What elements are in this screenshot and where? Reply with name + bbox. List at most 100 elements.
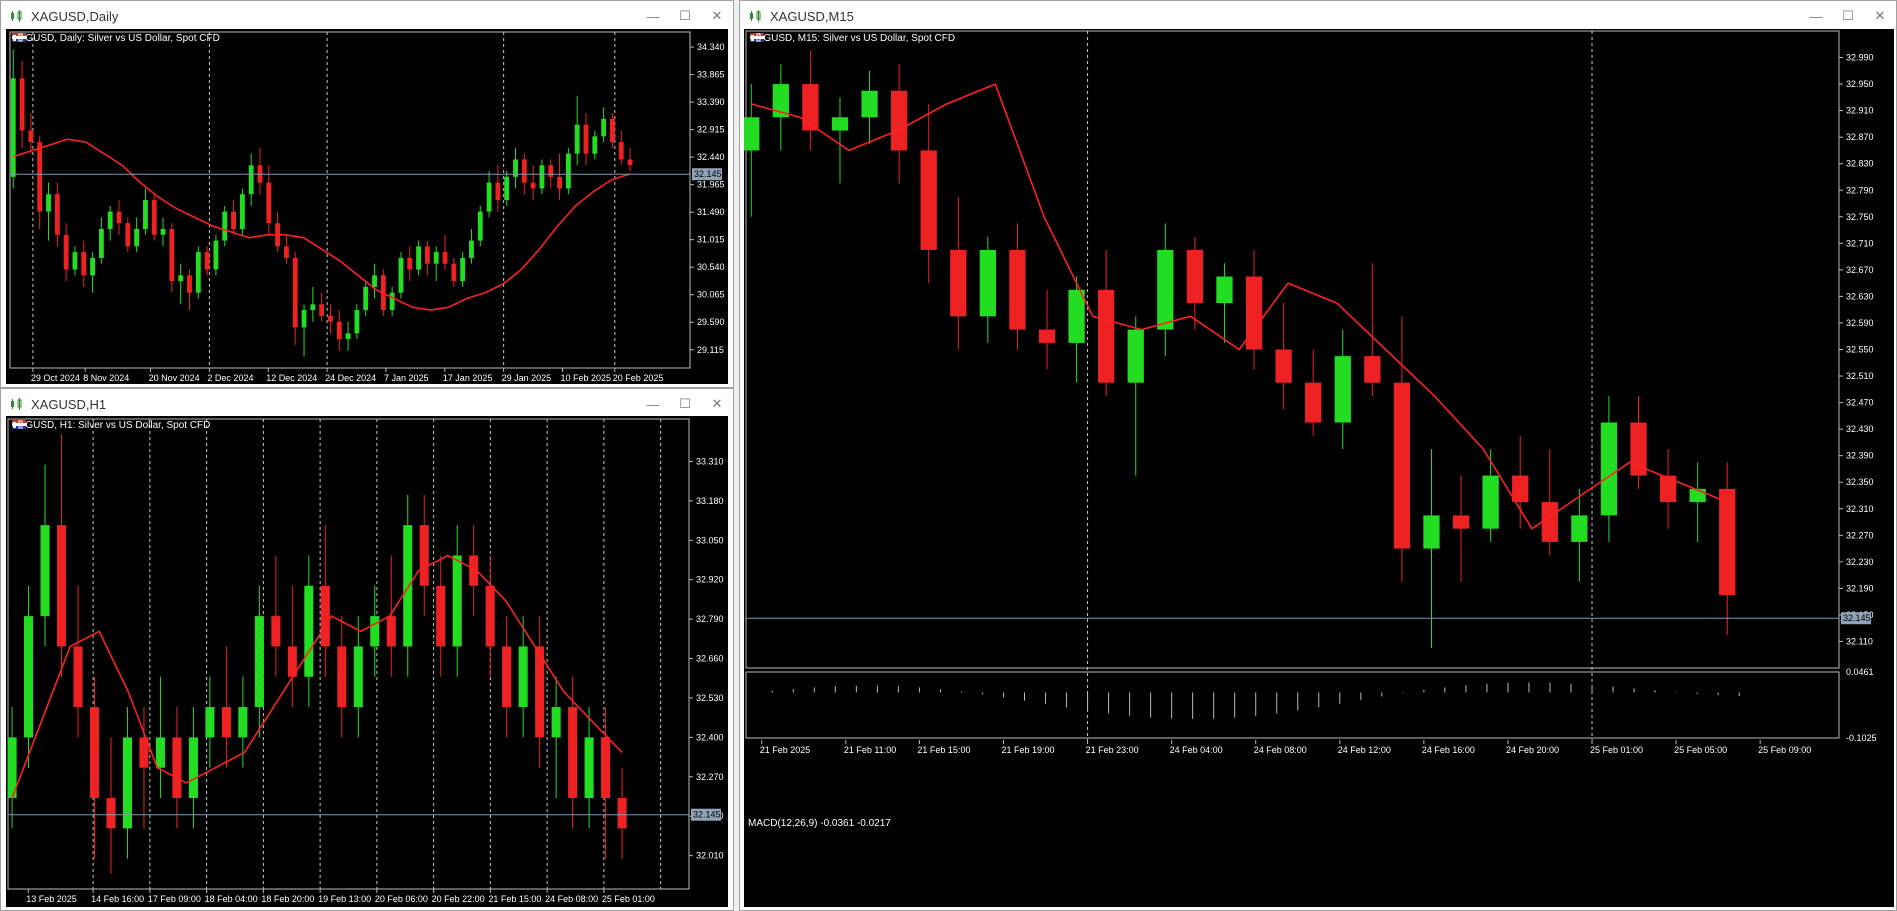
chart-svg-h1[interactable]: 33.310 33.180 33.050 32.920 32.790 32.660 32.5…	[6, 416, 728, 907]
candle-body	[363, 286, 369, 311]
minimize-button[interactable]: —	[637, 397, 669, 412]
maximize-button[interactable]: ☐	[1832, 8, 1864, 24]
x-tick-label: 8 Nov 2024	[83, 373, 129, 383]
x-tick-label: 24 Feb 16:00	[1422, 745, 1475, 755]
x-tick-label: 20 Feb 06:00	[375, 894, 428, 904]
chart-area-daily[interactable]: 34.340 33.865 33.390 32.915 32.440 31.965 31.4…	[6, 29, 728, 384]
candle-body	[548, 165, 554, 177]
candle-body	[1393, 382, 1411, 549]
window-daily[interactable]: XAGUSD,Daily — ☐ ✕ 34.340 33.865 33.390 32.…	[0, 0, 734, 388]
chart-caption-m15: XAGUSD, M15: Silver vs US Dollar, Spot C…	[750, 33, 955, 44]
candle-body	[1186, 249, 1204, 304]
candle-body	[125, 223, 131, 247]
x-tick-label: 10 Feb 2025	[561, 373, 612, 383]
candle-body	[403, 525, 413, 647]
x-tick-label: 21 Feb 15:00	[917, 745, 970, 755]
candle-body	[890, 90, 908, 151]
candle-body	[116, 211, 122, 224]
candle-body	[565, 153, 571, 189]
candle-body	[188, 737, 198, 799]
y-tick-label: 32.310	[1846, 504, 1874, 514]
candle-body	[10, 78, 16, 177]
chart-area-h1[interactable]: 33.310 33.180 33.050 32.920 32.790 32.660 32.5…	[6, 416, 728, 907]
candle-body	[485, 585, 495, 647]
candle-body	[221, 707, 231, 738]
candle-body	[89, 707, 100, 799]
minimize-button[interactable]: —	[637, 9, 669, 24]
macd-y-tick-label: 0.0461	[1846, 667, 1874, 677]
candle-body	[551, 707, 561, 738]
chart-caption-text: XAGUSD, Daily: Silver vs US Dollar, Spot…	[12, 33, 220, 44]
candle-body	[1216, 276, 1233, 304]
x-tick-label: 20 Feb 2025	[613, 373, 664, 383]
x-tick-label: 24 Feb 08:00	[1254, 745, 1307, 755]
candle-body	[1719, 488, 1736, 596]
candle-body	[583, 124, 589, 154]
chart-type-icon	[751, 33, 761, 42]
y-tick-label: 33.390	[697, 97, 725, 107]
chart-caption-daily: XAGUSD, Daily: Silver vs US Dollar, Spot…	[12, 33, 220, 44]
x-tick-label: 17 Jan 2025	[443, 373, 493, 383]
candle-body	[328, 315, 333, 322]
window-m15[interactable]: XAGUSD,M15 — ☐ ✕ 32.990 32.950 32.910 32.87…	[739, 0, 1897, 911]
candle-body	[1305, 382, 1322, 423]
y-tick-label: 32.110	[1846, 636, 1873, 646]
titlebar-m15[interactable]: XAGUSD,M15 — ☐ ✕	[740, 1, 1896, 31]
candle-body	[143, 200, 148, 229]
candle-body	[54, 194, 60, 235]
titlebar-h1[interactable]: XAGUSD,H1 — ☐ ✕	[1, 389, 733, 419]
x-tick-label: 25 Feb 05:00	[1674, 745, 1727, 755]
y-tick-label: 32.010	[696, 851, 724, 861]
y-tick-label: 29.115	[697, 345, 724, 355]
close-button[interactable]: ✕	[701, 396, 733, 412]
titlebar-daily[interactable]: XAGUSD,Daily — ☐ ✕	[1, 1, 733, 31]
candle-body	[433, 252, 439, 264]
minimize-button[interactable]: —	[1800, 9, 1832, 24]
window-h1[interactable]: XAGUSD,H1 — ☐ ✕ 33.310 33.180 33.050 32.920…	[0, 388, 734, 911]
y-tick-label: 32.950	[1846, 79, 1874, 89]
y-tick-label: 32.430	[1846, 424, 1874, 434]
macd-frame	[745, 671, 1840, 739]
candle-body	[254, 616, 264, 708]
y-tick-label: 32.830	[1846, 159, 1874, 169]
maximize-button[interactable]: ☐	[669, 396, 701, 412]
candle-body	[370, 616, 380, 647]
candle-body	[310, 304, 316, 311]
chart-area-m15[interactable]: 32.990 32.950 32.910 32.870 32.830 32.790 32.7…	[744, 29, 1894, 907]
y-tick-label: 32.550	[1846, 345, 1874, 355]
chart-caption-text: XAGUSD, H1: Silver vs US Dollar, Spot CF…	[12, 420, 211, 431]
candle-body	[1600, 422, 1618, 516]
candle-body	[1098, 289, 1115, 383]
last-price-label: 32.145	[693, 810, 721, 820]
candle-body	[495, 182, 501, 200]
candle-body	[40, 525, 50, 617]
candle-body	[169, 228, 175, 282]
x-tick-label: 25 Feb 01:00	[602, 894, 655, 904]
candle-body	[386, 616, 396, 647]
candle-body	[19, 78, 25, 131]
candle-body	[292, 257, 298, 328]
candle-body	[37, 142, 43, 212]
chart-svg-m15[interactable]: 32.990 32.950 32.910 32.870 32.830 32.790 32.7…	[744, 29, 1894, 907]
chart-svg-daily[interactable]: 34.340 33.865 33.390 32.915 32.440 31.965 31.4…	[6, 29, 728, 384]
y-tick-label: 32.270	[696, 772, 724, 782]
y-tick-label: 30.065	[697, 290, 725, 300]
candle-body	[301, 310, 307, 328]
x-tick-label: 29 Jan 2025	[502, 373, 552, 383]
x-tick-label: 19 Feb 13:00	[318, 894, 371, 904]
candle-body	[178, 275, 184, 282]
close-button[interactable]: ✕	[1864, 8, 1896, 24]
candle-body	[601, 737, 611, 799]
y-tick-label: 32.790	[696, 614, 724, 624]
x-tick-label: 2 Dec 2024	[207, 373, 253, 383]
chart-caption-text: XAGUSD, M15: Silver vs US Dollar, Spot C…	[750, 33, 956, 44]
candle-body	[521, 159, 527, 183]
candle-body	[584, 737, 594, 799]
candle-body	[627, 159, 633, 166]
candle-body	[205, 707, 215, 738]
close-button[interactable]: ✕	[701, 8, 733, 24]
candle-body	[222, 211, 228, 241]
maximize-button[interactable]: ☐	[669, 8, 701, 24]
candle-body	[195, 252, 201, 293]
y-tick-label: 32.400	[696, 732, 724, 742]
